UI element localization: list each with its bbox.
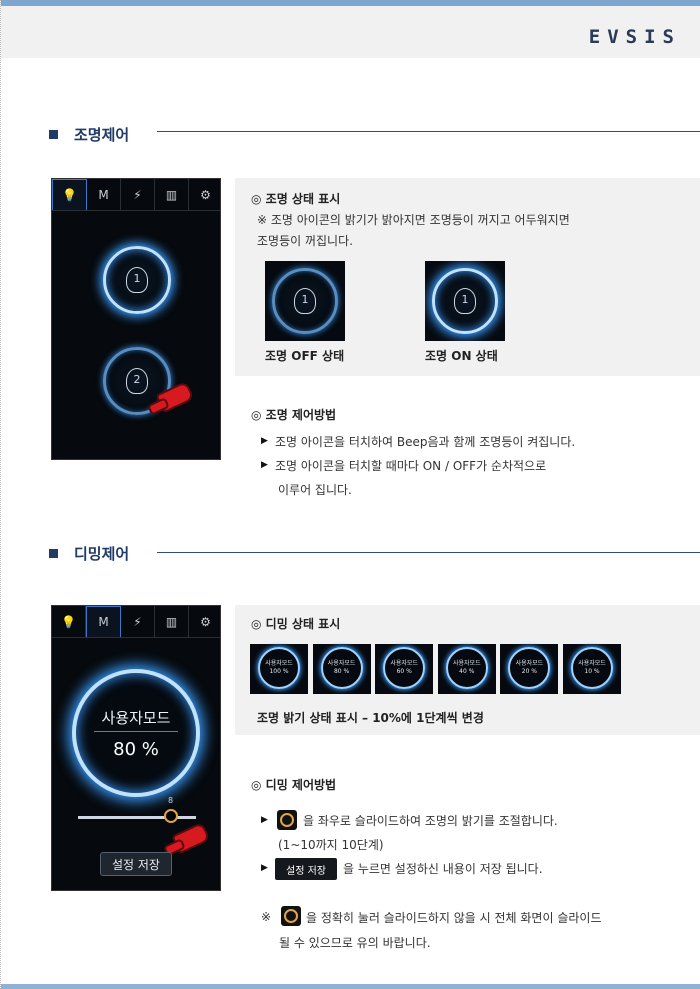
tab-lighting-icon: 💡 xyxy=(52,179,87,210)
tab-settings-icon: ⚙ xyxy=(200,614,211,629)
dimming-thumbnail-mode: 사용자모드 xyxy=(452,660,481,667)
lighting-status-note-2: 조명등이 꺼집니다. xyxy=(257,234,353,248)
arrow-bullet-icon: ▶ xyxy=(261,436,268,446)
phone-tab-bar: 💡 M ⚡ ▥ ⚙ xyxy=(52,606,220,638)
dimming-thumbnail: 사용자모드 40 % xyxy=(437,644,496,694)
dimming-thumbnail-percent: 80 % xyxy=(333,668,350,676)
dimming-status-heading: ◎ 디밍 상태 표시 xyxy=(251,617,341,631)
dimming-status-caption: 조명 밝기 상태 표시 – 10%에 1단계씩 변경 xyxy=(257,711,484,725)
dimming-mode-label: 사용자모드 xyxy=(101,709,171,727)
dimming-note-1: 을 정확히 눌러 슬라이드하지 않을 시 전체 화면이 슬라이드 xyxy=(306,911,602,925)
arrow-bullet-icon: ▶ xyxy=(261,460,268,470)
phone-save-button: 설정 저장 xyxy=(100,852,172,876)
lighting-status-heading: ◎ 조명 상태 표시 xyxy=(251,192,341,206)
dimming-thumbnail: 사용자모드 10 % xyxy=(563,644,621,694)
evsis-logo: EVSIS xyxy=(588,26,681,48)
bottom-accent-bar xyxy=(1,984,700,989)
lighting-method-line-3: 이루어 집니다. xyxy=(278,483,352,497)
dimming-thumbnail-ring: 사용자모드 20 % xyxy=(508,647,551,689)
save-button-chip: 설정 저장 xyxy=(275,858,337,880)
tab-dimming-icon: M xyxy=(86,606,121,637)
dimming-method-line-3: 을 누르면 설정하신 내용이 저장 됩니다. xyxy=(343,862,543,876)
lighting-method-line-1: 조명 아이콘을 터치하여 Beep음과 함께 조명등이 켜집니다. xyxy=(275,435,576,449)
section-lighting-title: 조명제어 xyxy=(74,125,130,144)
dimming-thumbnail-percent: 20 % xyxy=(521,668,538,676)
phone-tab-bar: 💡 M ⚡ ▥ ⚙ xyxy=(52,179,220,211)
tab-lighting-icon: 💡 xyxy=(52,606,86,637)
dimming-method-heading: ◎ 디밍 제어방법 xyxy=(251,778,337,792)
hand-pointer-icon xyxy=(171,821,211,855)
lighting-method-heading: ◎ 조명 제어방법 xyxy=(251,408,337,422)
dimming-thumbnail-ring: 사용자모드 60 % xyxy=(383,647,426,689)
bulb-icon: 1 xyxy=(454,288,476,314)
bulb-icon: 2 xyxy=(126,368,148,394)
dimming-thumbnail-ring: 사용자모드 100 % xyxy=(258,647,300,689)
dimming-thumbnail-mode: 사용자모드 xyxy=(327,660,356,667)
tab-power-icon: ⚡ xyxy=(121,179,155,210)
lighting-status-note-1: ※ 조명 아이콘의 밝기가 밝아지면 조명등이 꺼지고 어두워지면 xyxy=(257,213,570,227)
dimming-thumbnail-percent: 100 % xyxy=(269,668,289,676)
dimming-level-dial: 사용자모드 80 % xyxy=(72,669,200,797)
section-dimming-heading: 디밍제어 xyxy=(49,543,129,563)
dimming-thumbnail-percent: 60 % xyxy=(396,668,412,676)
slider-knob-icon xyxy=(277,810,297,830)
light-on-label: 조명 ON 상태 xyxy=(425,349,498,363)
dimming-slider-knob xyxy=(164,809,178,823)
dimming-thumbnail-mode: 사용자모드 xyxy=(578,660,606,667)
light-1-button: 1 xyxy=(103,246,171,314)
dimming-method-line-2: (1~10까지 10단계) xyxy=(278,838,384,852)
light-off-label: 조명 OFF 상태 xyxy=(265,349,345,363)
light-off-thumbnail: 1 xyxy=(265,261,345,341)
dimming-thumbnail-ring: 사용자모드 10 % xyxy=(571,647,613,689)
section-bullet-icon xyxy=(49,548,58,558)
dimming-thumbnail: 사용자모드 100 % xyxy=(250,644,308,694)
dimming-note-2: 될 수 있으므로 유의 바랍니다. xyxy=(279,936,431,950)
dimming-thumbnail-mode: 사용자모드 xyxy=(265,660,293,667)
dimming-method-line-1: 을 좌우로 슬라이드하여 조명의 밝기를 조절합니다. xyxy=(303,814,558,828)
lighting-phone-screenshot: 💡 M ⚡ ▥ ⚙ 1 2 xyxy=(51,178,221,460)
dimming-thumbnail: 사용자모드 20 % xyxy=(500,644,559,694)
section-lighting-heading: 조명제어 xyxy=(49,124,129,144)
light-on-thumbnail: 1 xyxy=(425,261,505,341)
tab-curtain-icon: ▥ xyxy=(155,179,189,210)
arrow-bullet-icon: ▶ xyxy=(261,815,268,825)
page-header: EVSIS xyxy=(1,6,700,58)
tab-power-icon: ⚡ xyxy=(121,606,155,637)
dimming-thumbnail-percent: 10 % xyxy=(584,668,600,676)
slider-knob-icon xyxy=(281,906,301,926)
arrow-bullet-icon: ▶ xyxy=(261,863,268,873)
section-bullet-icon xyxy=(49,129,58,139)
dimming-thumbnail-mode: 사용자모드 xyxy=(390,660,418,667)
section-divider xyxy=(157,552,700,553)
tab-curtain-icon: ▥ xyxy=(155,606,189,637)
bulb-icon: 1 xyxy=(294,288,316,314)
dimming-percent: 80 % xyxy=(113,739,159,760)
dimming-thumbnail: 사용자모드 80 % xyxy=(312,644,371,694)
dimming-phone-screenshot: 💡 M ⚡ ▥ ⚙ 사용자모드 80 % 8 설정 저장 xyxy=(51,605,221,891)
dimming-thumbnail-mode: 사용자모드 xyxy=(515,660,544,667)
bulb-icon: 1 xyxy=(126,267,148,293)
dimming-thumbnail-ring: 사용자모드 40 % xyxy=(445,647,488,689)
section-divider xyxy=(157,131,700,132)
dimming-thumbnail-percent: 40 % xyxy=(459,668,475,676)
section-dimming-title: 디밍제어 xyxy=(74,544,130,563)
dimming-thumbnail: 사용자모드 60 % xyxy=(375,644,434,694)
dimming-slider-track xyxy=(78,816,196,819)
dimming-note-mark: ※ xyxy=(261,910,272,924)
lighting-method-line-2: 조명 아이콘을 터치할 때마다 ON / OFF가 순차적으로 xyxy=(275,459,547,473)
slider-value: 8 xyxy=(168,796,174,805)
tab-settings-icon: ⚙ xyxy=(200,187,211,202)
tab-dimming-icon: M xyxy=(87,179,121,210)
dimming-thumbnail-ring: 사용자모드 80 % xyxy=(320,647,363,689)
manual-page: EVSIS 조명제어 💡 M ⚡ ▥ ⚙ 1 2 ◎ 조명 상태 표시 ※ 조명… xyxy=(0,0,700,989)
